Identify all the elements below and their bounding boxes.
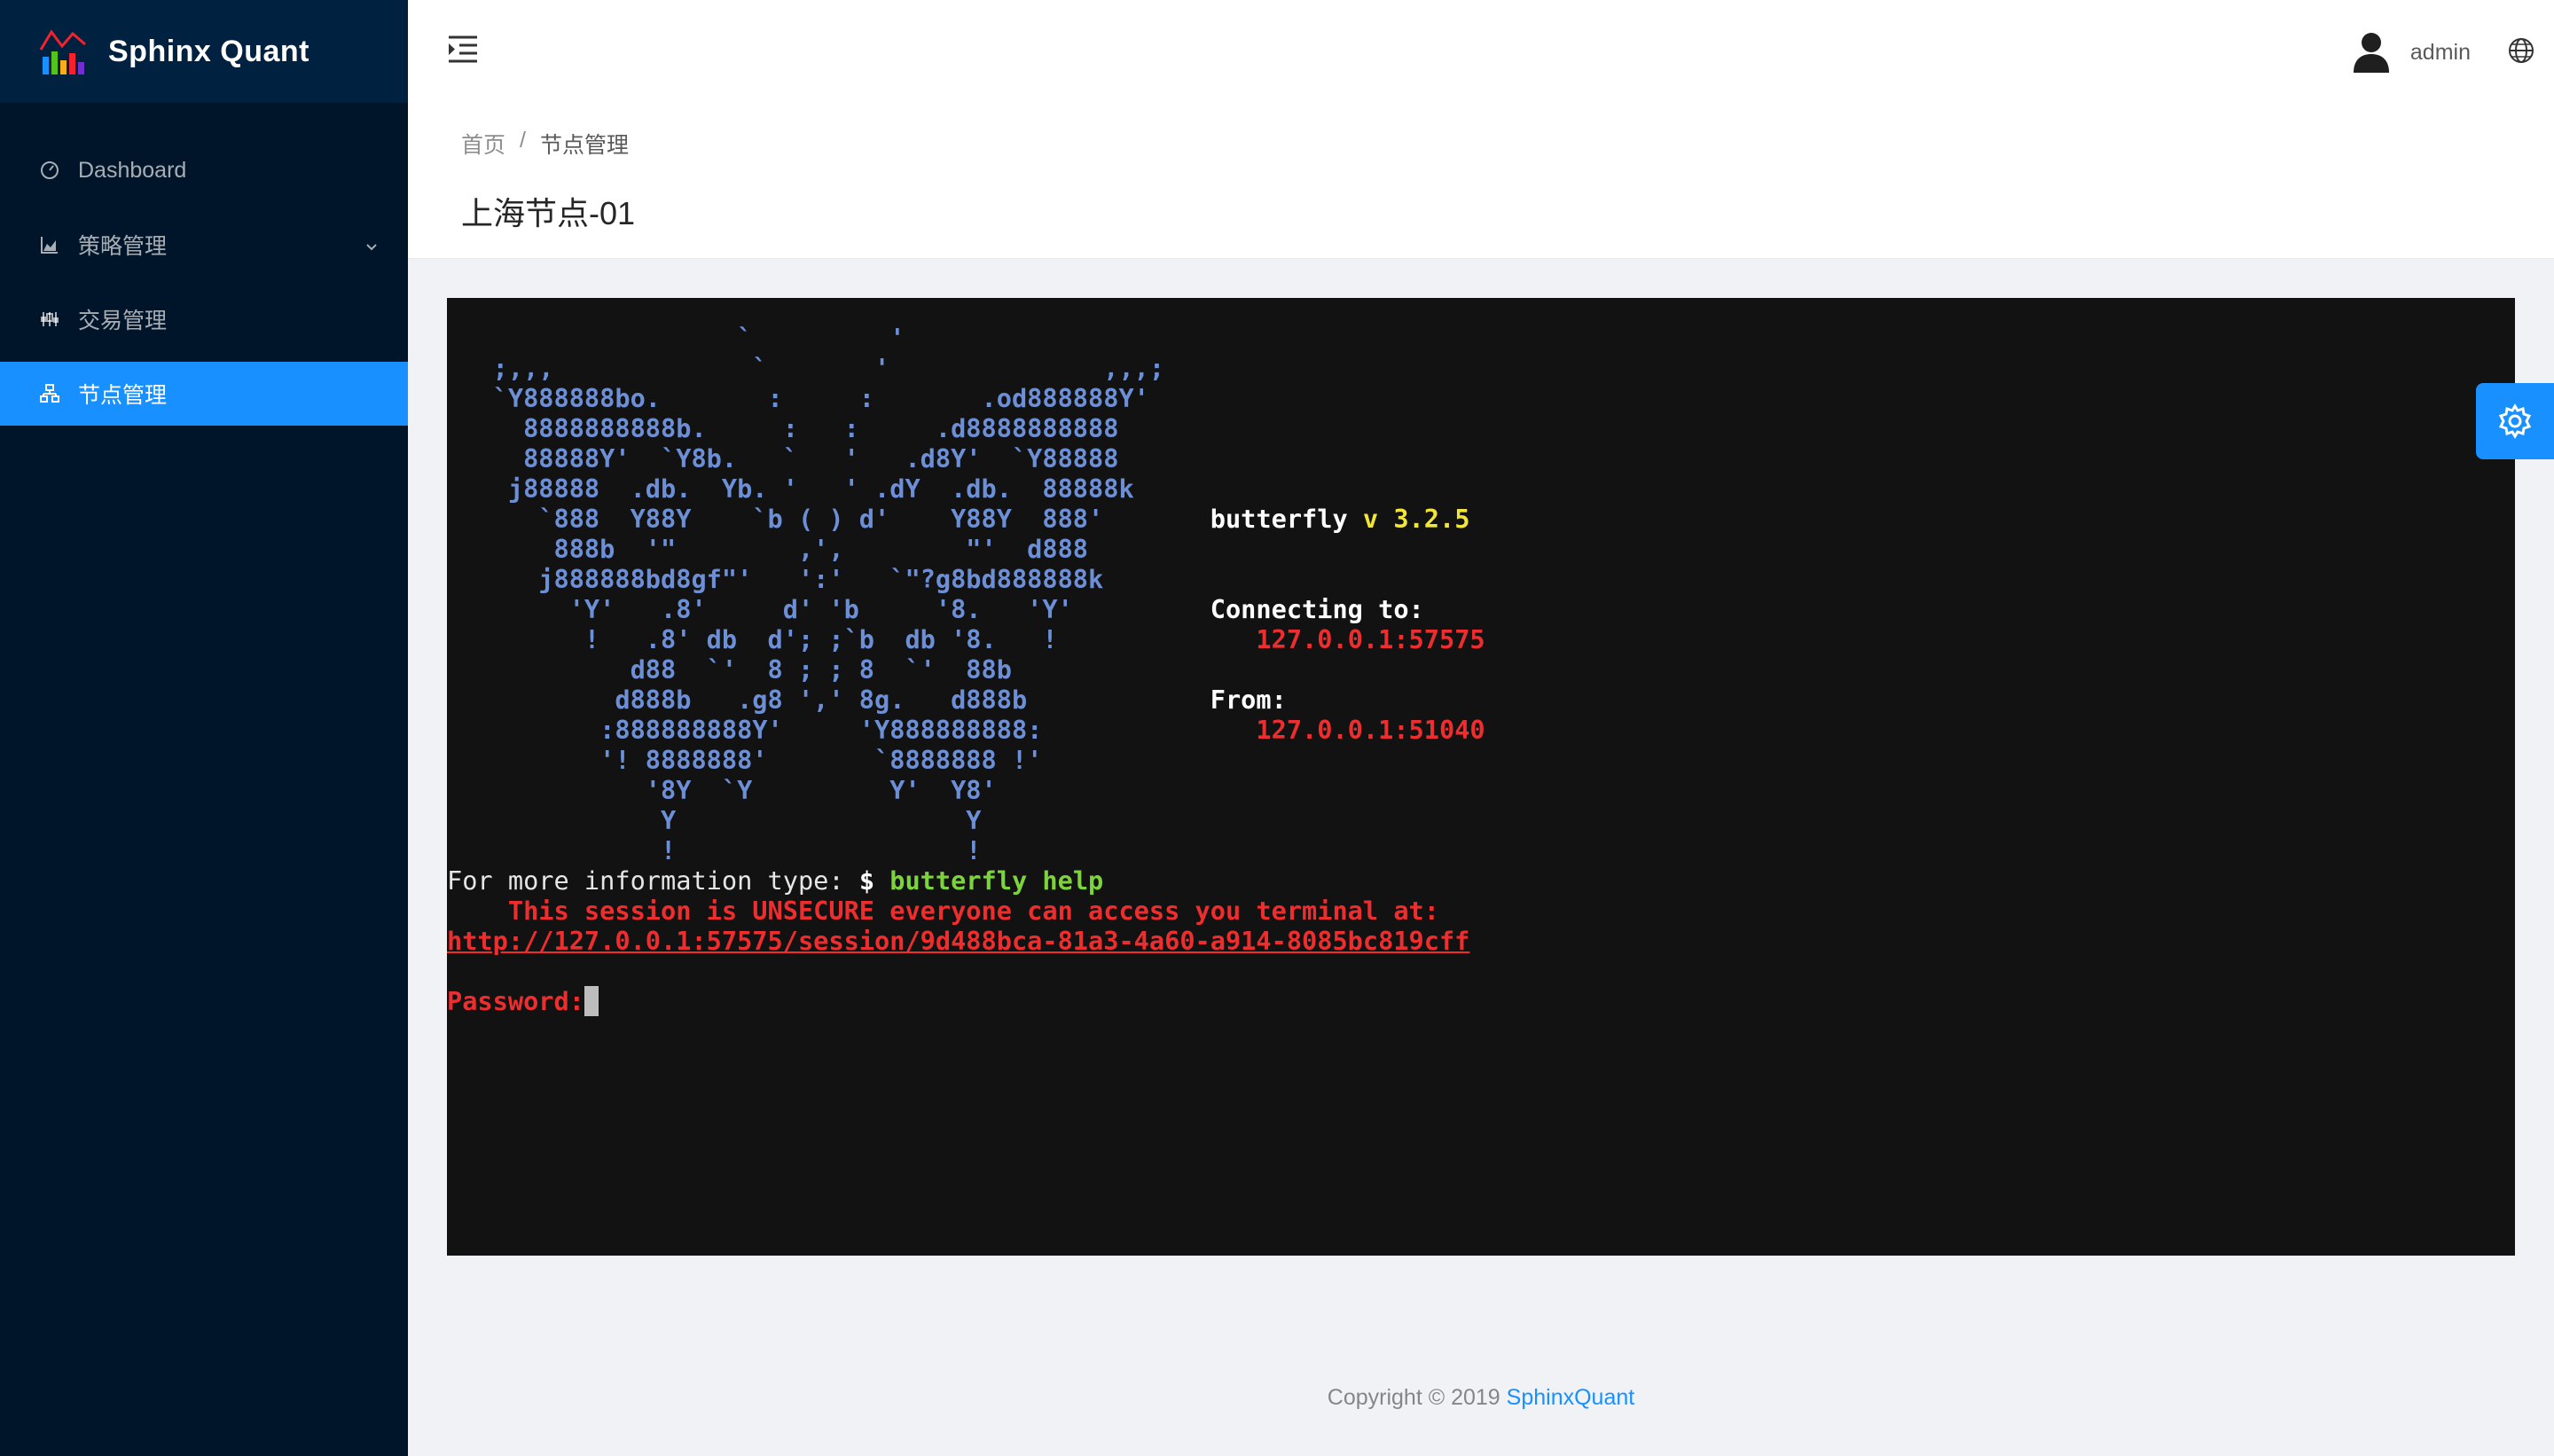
info-command: butterfly help [889,865,1104,896]
dashboard-icon [39,160,60,181]
from-address: 127.0.0.1:51040 [1256,715,1485,745]
user-menu[interactable]: admin [2352,32,2471,73]
breadcrumb: 首页 / 节点管理 [461,128,629,160]
breadcrumb-separator: / [520,128,526,153]
globe-icon[interactable] [2508,37,2534,64]
menu-fold-icon[interactable] [445,34,481,66]
cluster-icon [39,383,60,404]
footer-brand-link[interactable]: SphinxQuant [1507,1385,1635,1410]
terminal[interactable]: ` ' ;,,, ` ' ,,,; `Y888888bo. : : .od888… [447,298,2515,1256]
area-chart-icon [39,234,60,255]
info-prefix: For more information type: [447,865,859,896]
connecting-address: 127.0.0.1:57575 [1256,624,1485,654]
chevron-down-icon [364,236,380,262]
sidebar-item-strategy[interactable]: 策略管理 [0,213,408,277]
sidebar: Sphinx Quant Dashboard 策略管理 交易管理 节点管理 [0,0,408,1456]
settings-drawer-button[interactable] [2476,383,2554,459]
footer: Copyright © 2019 SphinxQuant [408,1385,2554,1411]
sidebar-item-dashboard[interactable]: Dashboard [0,138,408,202]
gear-icon [2498,403,2532,439]
breadcrumb-current: 节点管理 [539,133,629,158]
app-title: Sphinx Quant [108,34,309,68]
from-label: From: [1210,685,1287,715]
sidebar-menu: Dashboard 策略管理 交易管理 节点管理 [0,103,408,426]
session-url-link[interactable]: http://127.0.0.1:57575/session/9d488bca-… [447,926,1469,956]
sliders-icon [39,309,60,330]
breadcrumb-home[interactable]: 首页 [461,128,505,160]
sidebar-item-nodes[interactable]: 节点管理 [0,362,408,426]
top-header: admin [408,0,2554,103]
username: admin [2409,39,2471,65]
sidebar-item-label: 策略管理 [78,234,168,259]
page-header: 首页 / 节点管理 上海节点-01 [408,103,2554,259]
unsecure-warning: This session is UNSECURE everyone can ac… [447,896,1439,926]
info-dollar: $ [858,865,890,896]
password-prompt: Password: [447,986,584,1016]
sidebar-item-trade[interactable]: 交易管理 [0,287,408,351]
terminal-cursor [584,986,599,1016]
avatar [2353,33,2389,73]
connecting-label: Connecting to: [1210,594,1424,624]
sidebar-item-label: 节点管理 [78,383,168,408]
logo[interactable]: Sphinx Quant [0,0,408,103]
sidebar-item-label: Dashboard [78,157,187,183]
logo-icon [39,29,86,74]
terminal-connection-block: Connecting to: 127.0.0.1:57575 From: 127… [447,504,1485,745]
copyright-text: Copyright © 2019 [1327,1385,1507,1410]
sidebar-item-label: 交易管理 [78,309,168,333]
page-title: 上海节点-01 [461,195,636,231]
